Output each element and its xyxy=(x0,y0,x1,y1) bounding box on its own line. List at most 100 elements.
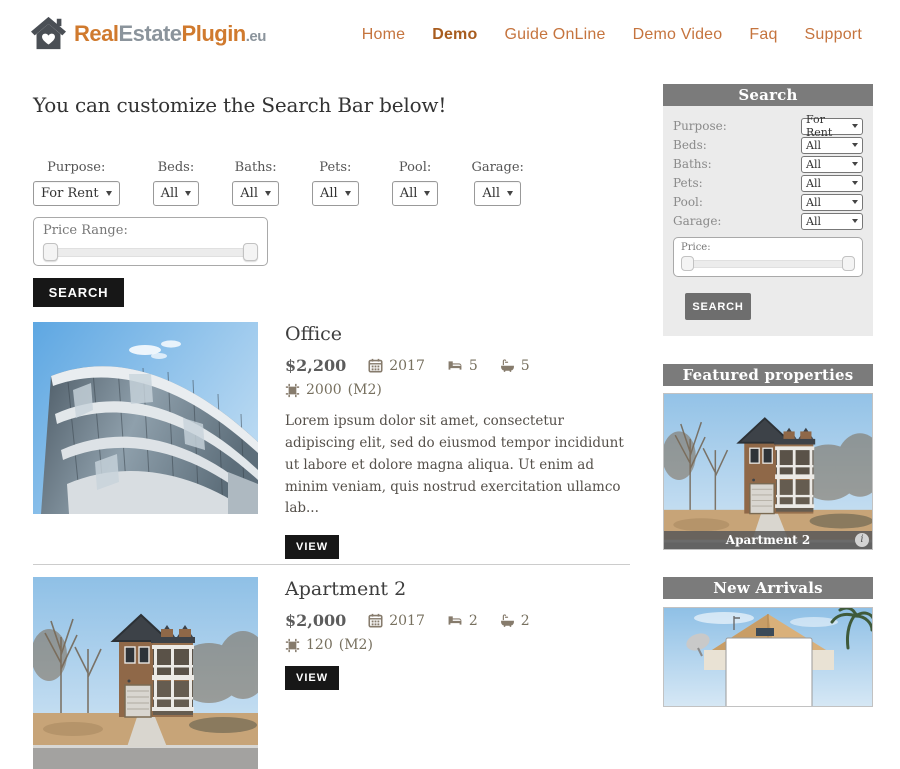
sidebar-filter-purpose: Purpose: For Rent xyxy=(673,113,863,139)
select-value: All xyxy=(806,138,821,152)
beds-select[interactable]: All xyxy=(801,136,863,154)
info-icon[interactable]: i xyxy=(855,533,869,547)
meta-beds: 5 xyxy=(447,358,478,374)
site-header: RealEstatePlugin.eu Home Demo Guide OnLi… xyxy=(0,0,900,72)
filter-label: Beds: xyxy=(673,138,707,152)
nav-item-demo[interactable]: Demo xyxy=(432,26,477,44)
bath-icon xyxy=(500,358,515,373)
baths-select[interactable]: All xyxy=(232,181,279,206)
area-icon xyxy=(285,383,300,398)
meta-area: 120 (M2) xyxy=(285,637,373,653)
listing-meta: $2,200 2017 5 5 xyxy=(285,356,630,375)
main-nav: Home Demo Guide OnLine Demo Video Faq Su… xyxy=(362,26,862,44)
meta-year-value: 2017 xyxy=(389,612,425,629)
pool-select[interactable]: All xyxy=(391,181,439,206)
price-range-box: Price Range: xyxy=(33,217,268,266)
listing-photo-apartment-2[interactable] xyxy=(33,577,258,769)
baths-select[interactable]: All xyxy=(801,155,863,173)
view-button[interactable]: VIEW xyxy=(285,535,340,560)
pool-select[interactable]: All xyxy=(801,193,863,211)
view-button[interactable]: VIEW xyxy=(285,666,340,691)
pets-select[interactable]: All xyxy=(801,174,863,192)
sidebar-price-box: Price: xyxy=(673,237,863,277)
sidebar-filter-pets: Pets: All xyxy=(673,174,863,192)
meta-area-unit: (M2) xyxy=(347,382,382,398)
sidebar-filter-baths: Baths: All xyxy=(673,155,863,173)
chevron-down-icon xyxy=(507,191,514,196)
garage-select[interactable]: All xyxy=(801,212,863,230)
listing-title[interactable]: Apartment 2 xyxy=(285,578,630,600)
meta-area: 2000 (M2) xyxy=(285,382,382,398)
sidebar: Search Purpose: For Rent Beds: All Baths… xyxy=(663,84,873,707)
pets-select[interactable]: All xyxy=(312,181,359,206)
new-arrival-photo[interactable] xyxy=(663,607,873,707)
filter-baths: Baths: All xyxy=(232,160,279,206)
meta-year: 2017 xyxy=(368,358,425,374)
select-value: All xyxy=(160,186,179,201)
page-title: You can customize the Search Bar below! xyxy=(33,93,447,117)
meta-year-value: 2017 xyxy=(389,357,425,374)
meta-beds-value: 2 xyxy=(468,612,478,629)
meta-area-unit: (M2) xyxy=(338,637,373,654)
listing-area-row: 2000 (M2) xyxy=(285,382,630,398)
bed-icon xyxy=(447,358,463,373)
chevron-down-icon xyxy=(852,162,858,166)
garage-select[interactable]: All xyxy=(474,181,522,206)
meta-area-value: 2000 xyxy=(306,382,342,398)
chevron-down-icon xyxy=(852,124,858,128)
price-range-slider[interactable] xyxy=(43,243,258,261)
filter-label: Baths: xyxy=(673,157,712,171)
meta-baths-value: 2 xyxy=(520,612,530,629)
filter-beds: Beds: All xyxy=(152,160,200,206)
listing-divider xyxy=(33,564,630,566)
filter-label: Garage: xyxy=(471,160,524,175)
nav-item-faq[interactable]: Faq xyxy=(749,26,777,44)
beds-select[interactable]: All xyxy=(152,181,200,206)
meta-baths: 2 xyxy=(500,613,530,629)
select-value: All xyxy=(806,214,821,228)
filter-purpose: Purpose: For Rent xyxy=(33,160,120,206)
nav-item-demo-video[interactable]: Demo Video xyxy=(633,26,723,44)
house-heart-icon xyxy=(30,16,67,51)
filter-label: Purpose: xyxy=(47,160,106,175)
select-value: All xyxy=(482,186,501,201)
slider-track xyxy=(43,248,258,257)
purpose-select[interactable]: For Rent xyxy=(801,113,863,139)
site-logo[interactable]: RealEstatePlugin.eu xyxy=(30,16,266,51)
nav-item-support[interactable]: Support xyxy=(805,26,862,44)
featured-caption: Apartment 2 xyxy=(664,531,872,549)
nav-item-home[interactable]: Home xyxy=(362,26,405,44)
select-value: All xyxy=(399,186,418,201)
slider-handle-max[interactable] xyxy=(243,243,258,261)
sidebar-search-button[interactable]: SEARCH xyxy=(685,293,751,320)
listing-body: Apartment 2 $2,000 2017 2 2 120 (M2) VIEW xyxy=(285,577,630,769)
listing-title[interactable]: Office xyxy=(285,323,630,345)
filter-label: Pets: xyxy=(319,160,352,175)
listing-price: $2,000 xyxy=(285,611,347,631)
bed-icon xyxy=(447,613,463,628)
select-value: All xyxy=(806,157,821,171)
area-icon xyxy=(285,638,300,653)
search-button[interactable]: SEARCH xyxy=(33,278,124,307)
chevron-down-icon xyxy=(852,181,858,185)
slider-handle-max[interactable] xyxy=(842,256,855,271)
featured-property-photo[interactable]: Apartment 2 i xyxy=(663,393,873,550)
main-search-bar: Purpose: For Rent Beds: All Baths: All P… xyxy=(33,160,633,307)
chevron-down-icon xyxy=(344,191,351,196)
sidebar-filter-garage: Garage: All xyxy=(673,212,863,230)
listing-photo-office[interactable] xyxy=(33,322,258,514)
price-range-label: Price Range: xyxy=(43,223,128,238)
listing-office: Office $2,200 2017 5 5 2000 (M2) Lorem ip… xyxy=(33,322,630,560)
calendar-icon xyxy=(368,358,383,373)
listing-body: Office $2,200 2017 5 5 2000 (M2) Lorem ip… xyxy=(285,322,630,560)
purpose-select[interactable]: For Rent xyxy=(33,181,120,206)
slider-handle-min[interactable] xyxy=(43,243,58,261)
filter-pool: Pool: All xyxy=(391,160,439,206)
bath-icon xyxy=(500,613,515,628)
slider-handle-min[interactable] xyxy=(681,256,694,271)
price-slider[interactable] xyxy=(681,256,855,271)
filter-pets: Pets: All xyxy=(312,160,359,206)
nav-item-guide-online[interactable]: Guide OnLine xyxy=(504,26,605,44)
listings: Office $2,200 2017 5 5 2000 (M2) Lorem ip… xyxy=(33,322,630,769)
sidebar-filter-pool: Pool: All xyxy=(673,193,863,211)
